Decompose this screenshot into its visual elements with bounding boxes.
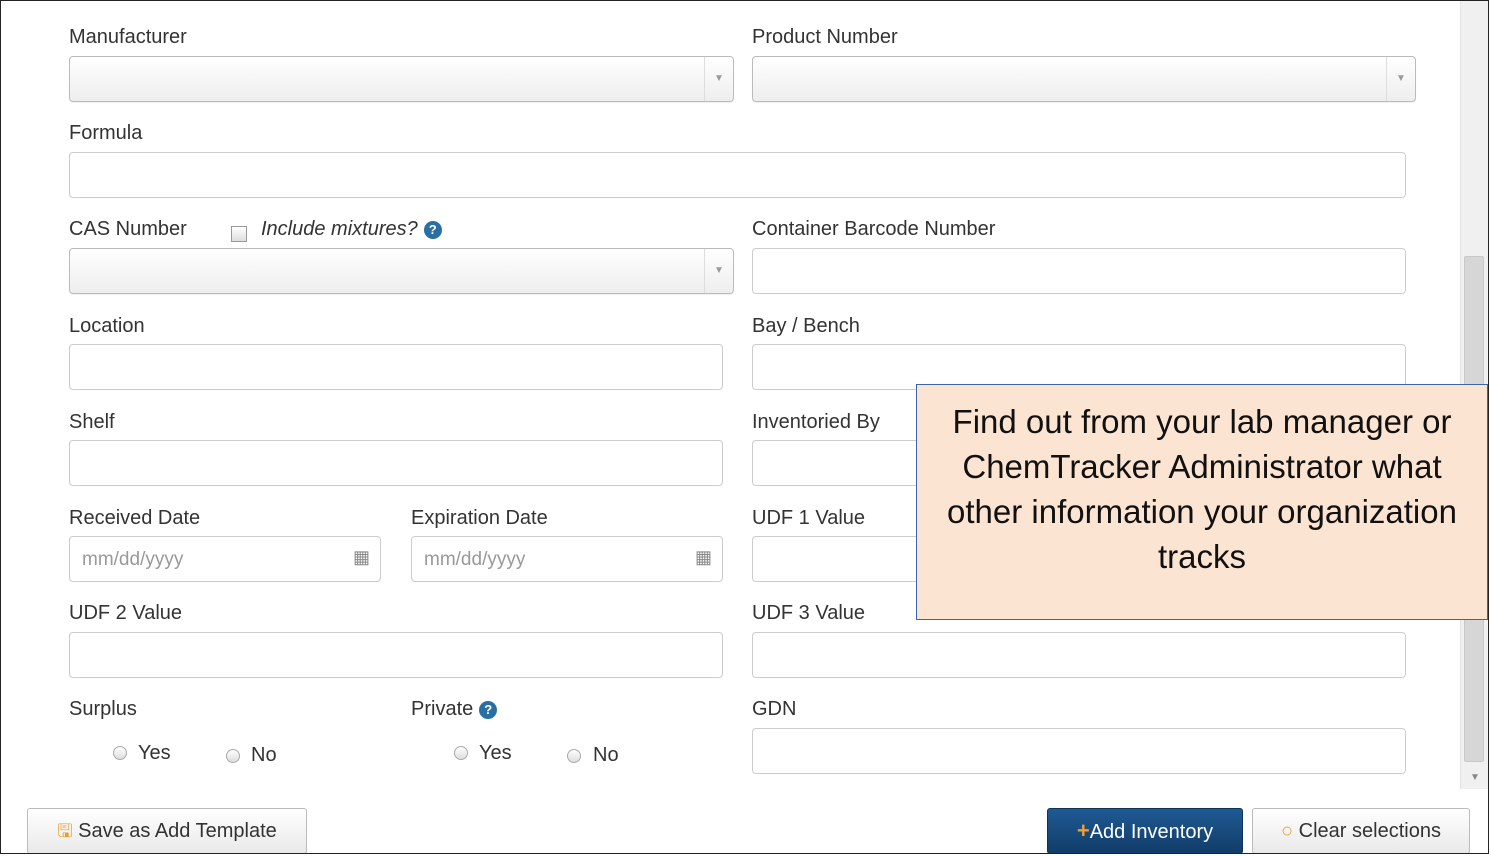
udf3-label: UDF 3 Value bbox=[752, 602, 866, 624]
add-inventory-button[interactable]: +Add Inventory bbox=[1047, 808, 1243, 853]
inventoried-by-label: Inventoried By bbox=[752, 411, 880, 433]
shelf-input[interactable] bbox=[69, 440, 723, 486]
formula-input[interactable] bbox=[69, 152, 1406, 198]
expiration-date-label: Expiration Date bbox=[411, 507, 548, 529]
gdn-input[interactable] bbox=[752, 728, 1406, 774]
calendar-icon[interactable]: ▦ bbox=[695, 547, 712, 568]
udf2-label: UDF 2 Value bbox=[69, 602, 183, 624]
location-input[interactable] bbox=[69, 344, 723, 390]
product-number-label: Product Number bbox=[752, 26, 898, 48]
include-mixtures-label: Include mixtures?? bbox=[261, 218, 442, 241]
plus-icon: + bbox=[1076, 818, 1090, 843]
private-yes-label: Yes bbox=[479, 742, 512, 764]
surplus-no-label: No bbox=[251, 744, 277, 766]
question-circle-icon[interactable]: ? bbox=[479, 701, 498, 719]
inventory-form-panel: Manufacturer ▼ Product Number ▼ Formula … bbox=[0, 0, 1489, 854]
received-date-placeholder: mm/dd/yyyy bbox=[82, 549, 184, 570]
calendar-icon[interactable]: ▦ bbox=[353, 547, 370, 568]
save-as-template-button[interactable]: 🖫 Save as Add Template bbox=[27, 808, 307, 853]
cas-number-select[interactable]: ▼ bbox=[69, 248, 734, 294]
scroll-down-arrow-icon[interactable]: ▼ bbox=[1461, 767, 1488, 789]
received-date-input[interactable]: mm/dd/yyyy ▦ bbox=[69, 536, 381, 582]
product-number-select[interactable]: ▼ bbox=[752, 56, 1416, 102]
circle-outline-icon: ○ bbox=[1281, 820, 1294, 842]
manufacturer-select[interactable]: ▼ bbox=[69, 56, 734, 102]
formula-label: Formula bbox=[69, 122, 143, 144]
gdn-label: GDN bbox=[752, 698, 797, 720]
add-inventory-label: Add Inventory bbox=[1089, 821, 1214, 843]
bay-bench-label: Bay / Bench bbox=[752, 315, 860, 337]
expiration-date-placeholder: mm/dd/yyyy bbox=[424, 549, 526, 570]
private-label: Private? bbox=[411, 698, 498, 721]
container-barcode-input[interactable] bbox=[752, 248, 1406, 294]
floppy-disk-icon: 🖫 bbox=[57, 821, 73, 841]
surplus-no-radio[interactable] bbox=[226, 749, 240, 763]
udf1-label: UDF 1 Value bbox=[752, 507, 866, 529]
private-no-radio[interactable] bbox=[567, 749, 581, 763]
private-yes-radio[interactable] bbox=[454, 746, 468, 760]
clear-selections-button[interactable]: ○ Clear selections bbox=[1252, 808, 1470, 853]
include-mixtures-text: Include mixtures? bbox=[261, 218, 418, 240]
container-barcode-label: Container Barcode Number bbox=[752, 218, 996, 240]
private-no-label: No bbox=[593, 744, 619, 766]
caret-down-icon: ▼ bbox=[704, 249, 733, 293]
manufacturer-label: Manufacturer bbox=[69, 26, 187, 48]
shelf-label: Shelf bbox=[69, 411, 115, 433]
cas-number-label: CAS Number bbox=[69, 218, 187, 240]
include-mixtures-checkbox[interactable] bbox=[231, 226, 247, 242]
received-date-label: Received Date bbox=[69, 507, 201, 529]
udf2-input[interactable] bbox=[69, 632, 723, 678]
caret-down-icon: ▼ bbox=[1386, 57, 1415, 101]
private-text: Private bbox=[411, 698, 474, 720]
clear-selections-label: Clear selections bbox=[1298, 820, 1441, 842]
surplus-yes-label: Yes bbox=[138, 742, 171, 764]
caret-down-icon: ▼ bbox=[704, 57, 733, 101]
surplus-yes-radio[interactable] bbox=[113, 746, 127, 760]
location-label: Location bbox=[69, 315, 145, 337]
expiration-date-input[interactable]: mm/dd/yyyy ▦ bbox=[411, 536, 723, 582]
surplus-label: Surplus bbox=[69, 698, 137, 720]
question-circle-icon[interactable]: ? bbox=[423, 221, 442, 239]
save-as-template-label: Save as Add Template bbox=[78, 820, 277, 842]
udf3-input[interactable] bbox=[752, 632, 1406, 678]
info-callout: Find out from your lab manager or ChemTr… bbox=[916, 384, 1488, 620]
